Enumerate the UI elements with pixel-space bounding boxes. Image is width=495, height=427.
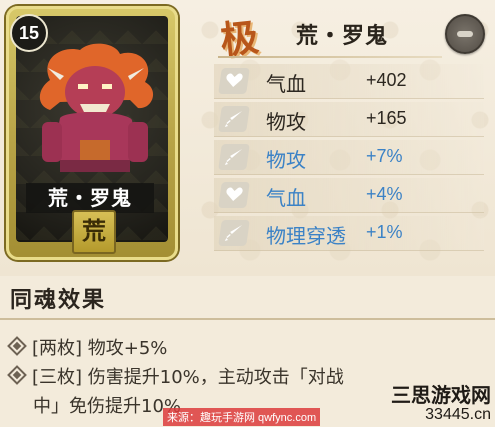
stat-value: +165 [366,108,407,128]
site-logo-watermark: 三思游戏网 33445.cn [391,384,491,424]
stat-row-pen: 物理穿透 +1% [214,216,484,251]
heart-icon [218,68,250,94]
stat-label: 物攻 [266,148,306,172]
stat-label: 物攻 [266,110,306,134]
logo-domain: 33445.cn [425,406,491,423]
soul-name: 荒・罗鬼 [296,23,389,49]
stats-list: 气血 +402 物攻 +165 物攻 +7% 气血 +4% 物理穿透 +1% [214,64,484,254]
stat-label: 气血 [266,186,306,210]
sword-icon [218,220,250,246]
set-effect-title: 同魂效果 [10,287,107,313]
effect-two-piece: [两枚] 物攻+5% [7,336,168,361]
menu-icon [457,31,473,37]
stat-row-hp-pct: 气血 +4% [214,178,484,213]
sword-icon [218,106,250,132]
effect-three-piece: [三枚] 伤害提升10%，主动攻击「对战 [7,365,344,390]
stat-value: +4% [366,184,403,204]
diamond-bullet-icon [7,336,27,356]
card-name: 荒・罗鬼 [48,186,132,210]
section-divider [0,318,495,320]
set-seal: 荒 [72,210,116,254]
effect-three-piece-cont: 中」免伤提升10% [33,396,182,417]
effect-text: [两枚] 物攻+5% [32,338,168,359]
source-watermark: 来源：趣玩手游网 qwfync.com [163,408,321,426]
stat-value: +7% [366,146,403,166]
diamond-bullet-icon [7,365,27,385]
stat-value: +402 [366,70,407,90]
stat-row-atk-pct: 物攻 +7% [214,140,484,175]
stat-row-atk: 物攻 +165 [214,102,484,137]
heart-icon [218,182,250,208]
title-divider [218,56,442,58]
menu-button[interactable] [445,14,485,54]
sword-icon [218,144,250,170]
stat-row-hp: 气血 +402 [214,64,484,99]
level-badge: 15 [10,14,48,52]
logo-text: 三思游戏网 [391,383,491,407]
stat-value: +1% [366,222,403,242]
stat-label: 气血 [266,72,306,96]
stat-label: 物理穿透 [266,224,346,248]
demon-portrait [39,43,154,172]
effect-text: [三枚] 伤害提升10%，主动攻击「对战 [32,367,344,388]
